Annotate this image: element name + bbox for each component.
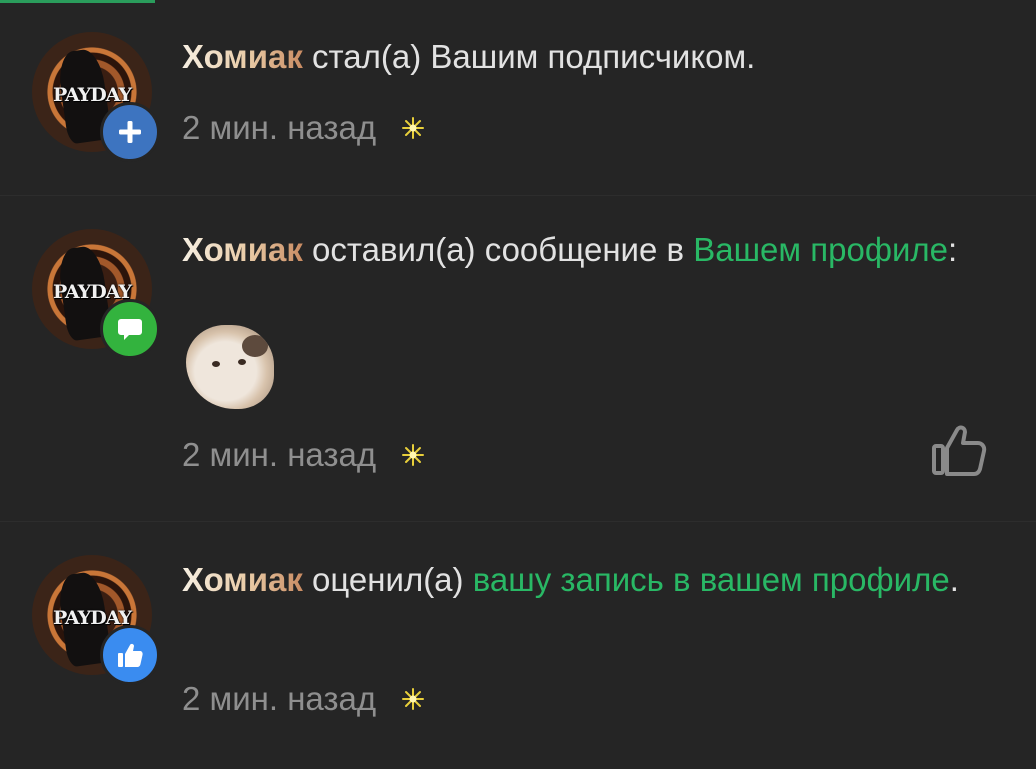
thumbs-up-outline-icon bbox=[932, 425, 987, 476]
notification-suffix: . bbox=[949, 561, 959, 598]
notification-message: оценил(а) bbox=[302, 561, 473, 598]
notification-message: оставил(а) сообщение в bbox=[302, 231, 694, 268]
timestamp: 2 мин. назад bbox=[182, 680, 377, 717]
timestamp: 2 мин. назад bbox=[182, 436, 377, 473]
notification-message: стал(а) Вашим подписчиком. bbox=[302, 38, 756, 75]
thumbs-up-icon bbox=[118, 643, 143, 667]
notification-item[interactable]: PAYDAY Хомиак оставил(а) сообщение в Ваш… bbox=[0, 197, 1036, 522]
avatar-container[interactable]: PAYDAY bbox=[32, 229, 160, 359]
timestamp: 2 мин. назад bbox=[182, 109, 377, 146]
notification-meta: 2 мин. назад bbox=[182, 679, 426, 719]
username-link[interactable]: Хомиак bbox=[182, 231, 303, 268]
speech-bubble-icon bbox=[118, 319, 142, 340]
sticker-eye bbox=[212, 361, 220, 367]
sticker-eye bbox=[238, 359, 246, 365]
sticker-ear bbox=[242, 335, 268, 357]
like-button[interactable] bbox=[928, 419, 990, 481]
plus-icon bbox=[119, 121, 141, 143]
message-badge bbox=[100, 299, 160, 359]
avatar-container[interactable]: PAYDAY bbox=[32, 555, 160, 685]
sparkle-icon bbox=[402, 444, 425, 466]
notification-list: PAYDAY Хомиак стал(а) Вашим подписчиком.… bbox=[0, 0, 1036, 769]
hamster-sticker bbox=[186, 325, 274, 409]
sparkle-icon bbox=[402, 688, 425, 710]
notification-item[interactable]: PAYDAY Хомиак оценил(а) вашу запись в ва… bbox=[0, 523, 1036, 769]
post-link[interactable]: вашу запись в вашем профиле bbox=[473, 561, 950, 598]
username-link[interactable]: Хомиак bbox=[182, 38, 303, 75]
profile-link[interactable]: Вашем профиле bbox=[693, 231, 948, 268]
notification-text: Хомиак оставил(а) сообщение в Вашем проф… bbox=[182, 226, 972, 274]
notification-meta: 2 мин. назад bbox=[182, 108, 426, 148]
notification-suffix: : bbox=[948, 231, 958, 268]
notification-item[interactable]: PAYDAY Хомиак стал(а) Вашим подписчиком.… bbox=[0, 0, 1036, 196]
notification-text: Хомиак стал(а) Вашим подписчиком. bbox=[182, 33, 972, 81]
notification-meta: 2 мин. назад bbox=[182, 435, 426, 475]
avatar-container[interactable]: PAYDAY bbox=[32, 32, 160, 162]
sparkle-icon bbox=[402, 117, 425, 139]
username-link[interactable]: Хомиак bbox=[182, 561, 303, 598]
like-badge bbox=[100, 625, 160, 685]
notification-text: Хомиак оценил(а) вашу запись в вашем про… bbox=[182, 556, 972, 604]
follow-badge bbox=[100, 102, 160, 162]
